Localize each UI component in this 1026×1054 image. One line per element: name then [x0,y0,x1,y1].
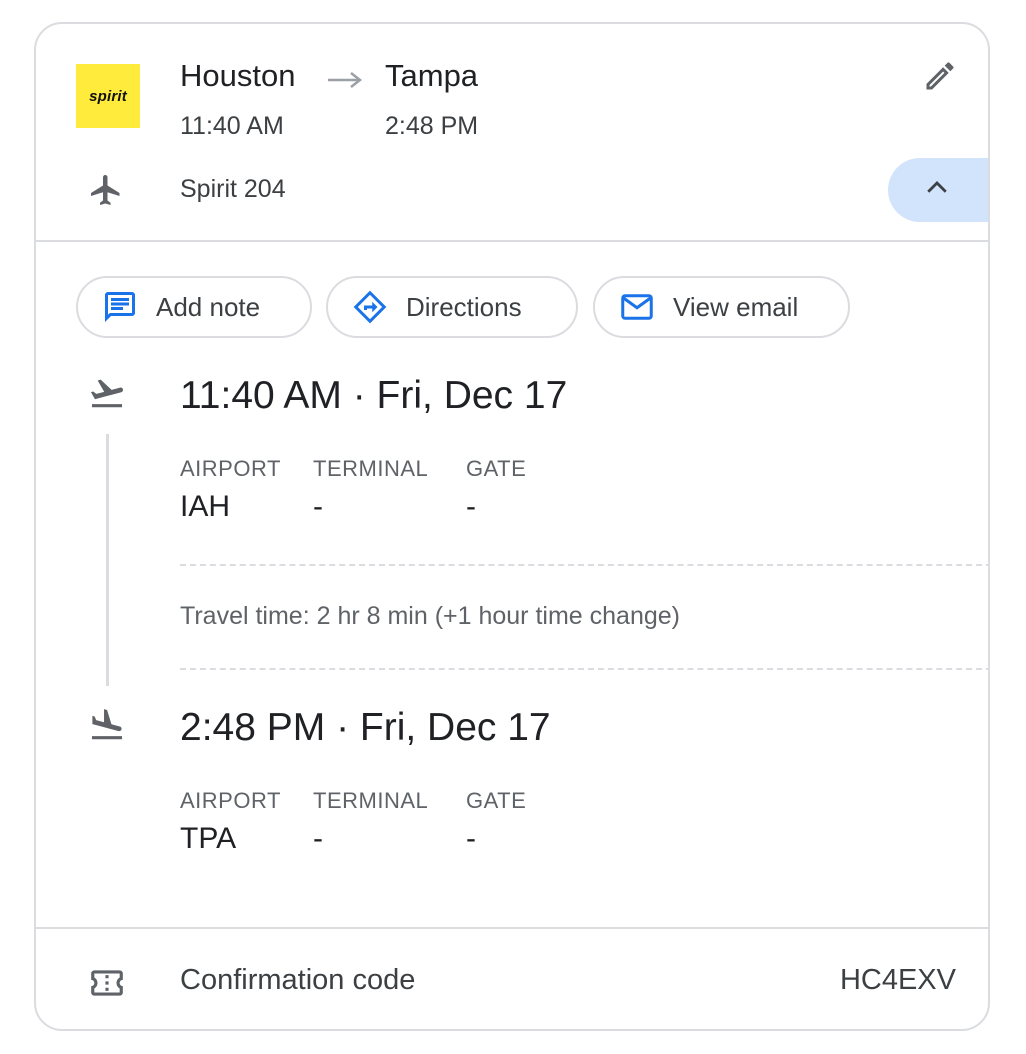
departure-terminal-label: TERMINAL [313,456,429,481]
header-arrive-time: 2:48 PM [385,112,479,140]
travel-divider-bottom [180,668,988,670]
confirmation-label: Confirmation code [180,964,416,996]
destination-city: Tampa [385,58,479,93]
arrival-gate-value: - [466,822,476,855]
airline-logo: spirit [76,64,140,128]
view-email-label: View email [673,291,799,322]
directions-label: Directions [406,291,522,322]
directions-button[interactable]: Directions [326,276,578,338]
edit-pencil-icon[interactable] [922,58,958,99]
chevron-up-icon [922,173,952,208]
email-icon [619,289,655,325]
landing-icon [88,706,126,749]
timeline-line [106,434,109,686]
collapse-button[interactable] [888,158,988,222]
arrow-right-icon [326,68,364,97]
departure-datetime: 11:40 AM · Fri, Dec 17 [180,374,568,417]
view-email-button[interactable]: View email [593,276,850,338]
arrival-gate-label: GATE [466,788,527,813]
confirmation-code: HC4EXV [839,964,956,996]
ticket-icon [88,964,126,1007]
airplane-icon [88,172,124,213]
travel-time: Travel time: 2 hr 8 min (+1 hour time ch… [180,602,680,630]
add-note-button[interactable]: Add note [76,276,312,338]
header-depart-time: 11:40 AM [180,112,284,140]
departure-airport-label: AIRPORT [180,456,281,481]
directions-icon [352,289,388,325]
arrival-airport-label: AIRPORT [180,788,281,813]
flight-card: spirit Houston Tampa 11:40 AM 2:48 PM Sp… [34,22,990,1031]
origin-city: Houston [180,58,296,93]
takeoff-icon [88,374,126,417]
departure-gate-value: - [466,490,476,523]
confirmation-divider [36,927,988,929]
arrival-datetime: 2:48 PM · Fri, Dec 17 [180,706,551,749]
travel-divider-top [180,564,988,566]
departure-terminal-value: - [313,490,323,523]
flight-number: Spirit 204 [180,175,286,203]
departure-gate-label: GATE [466,456,527,481]
airline-logo-text: spirit [89,87,127,105]
arrival-terminal-label: TERMINAL [313,788,429,813]
arrival-terminal-value: - [313,822,323,855]
add-note-label: Add note [156,291,261,322]
arrival-airport-code: TPA [180,822,237,855]
header-divider [36,240,988,242]
departure-airport-code: IAH [180,490,231,523]
note-icon [102,289,138,325]
